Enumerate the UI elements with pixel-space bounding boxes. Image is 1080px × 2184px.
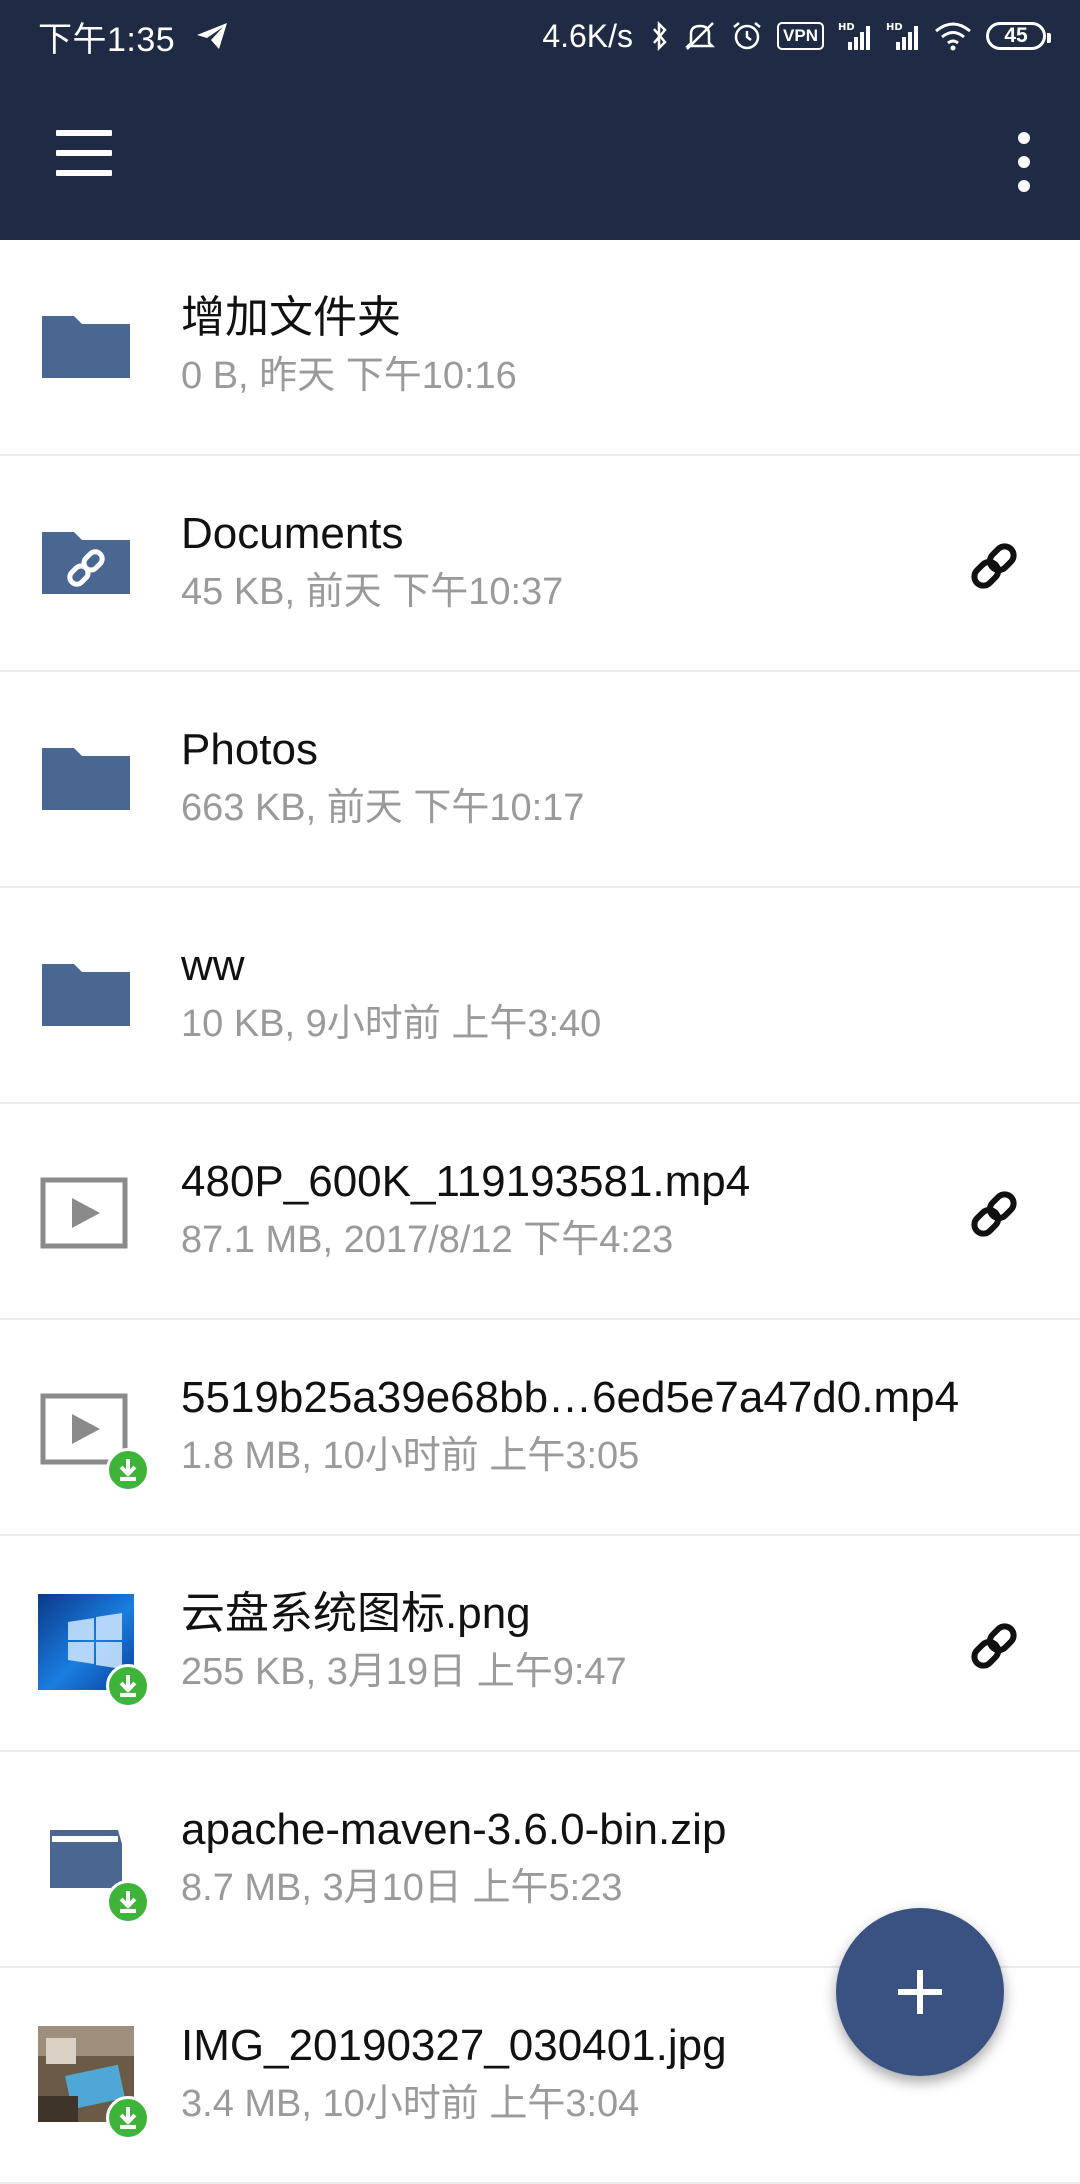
file-list: 增加文件夹 0 B, 昨天 下午10:16 Documents 45 KB, 前…	[0, 240, 1080, 2184]
add-fab-button[interactable]	[836, 1908, 1004, 2076]
file-meta: 87.1 MB, 2017/8/12 下午4:23	[181, 1219, 674, 1261]
file-row[interactable]: 5519b25a39e68bb…6ed5e7a47d0.mp4 1.8 MB, …	[0, 1320, 1080, 1536]
folder-icon	[38, 298, 134, 394]
video-file-icon	[38, 1162, 134, 1258]
mute-icon	[683, 19, 717, 53]
image-thumbnail	[38, 1594, 150, 1708]
file-meta: 255 KB, 3月19日 上午9:47	[181, 1651, 627, 1693]
share-link-icon[interactable]	[966, 1186, 1022, 1242]
hamburger-menu-icon[interactable]	[52, 128, 112, 184]
file-name: 云盘系统图标.png	[181, 1589, 531, 1638]
file-name: apache-maven-3.6.0-bin.zip	[181, 1805, 727, 1854]
downloaded-badge-icon	[106, 1448, 150, 1492]
downloaded-badge-icon	[106, 2096, 150, 2140]
alarm-icon	[731, 20, 763, 52]
file-row[interactable]: 云盘系统图标.png 255 KB, 3月19日 上午9:47	[0, 1536, 1080, 1752]
bluetooth-icon	[651, 20, 669, 52]
image-thumbnail	[38, 2026, 150, 2140]
signal-hd-icon: HD	[838, 20, 872, 52]
network-speed: 4.6K/s	[542, 17, 634, 54]
file-name: ww	[181, 941, 245, 990]
file-row[interactable]: 480P_600K_119193581.mp4 87.1 MB, 2017/8/…	[0, 1104, 1080, 1320]
folder-icon	[38, 730, 134, 826]
downloaded-badge-icon	[106, 1880, 150, 1924]
folder-icon	[38, 946, 134, 1042]
file-meta: 45 KB, 前天 下午10:37	[181, 571, 564, 613]
more-vertical-icon[interactable]	[1008, 132, 1040, 192]
svg-text:HD: HD	[838, 22, 855, 33]
file-name: 480P_600K_119193581.mp4	[181, 1157, 751, 1206]
svg-text:HD: HD	[886, 22, 903, 33]
telegram-icon	[195, 21, 229, 51]
file-meta: 8.7 MB, 3月10日 上午5:23	[181, 1867, 623, 1909]
file-row[interactable]: 增加文件夹 0 B, 昨天 下午10:16	[0, 240, 1080, 456]
shared-folder-icon	[38, 514, 134, 610]
signal-hd-icon: HD	[886, 20, 920, 52]
file-name: Documents	[181, 509, 404, 558]
share-link-icon[interactable]	[966, 538, 1022, 594]
battery-icon: 45	[986, 22, 1051, 50]
wifi-icon	[934, 21, 972, 51]
file-meta: 1.8 MB, 10小时前 上午3:05	[181, 1435, 640, 1477]
file-meta: 10 KB, 9小时前 上午3:40	[181, 1003, 602, 1045]
file-meta: 3.4 MB, 10小时前 上午3:04	[181, 2083, 640, 2125]
archive-file-icon	[38, 1810, 150, 1924]
file-name: 增加文件夹	[181, 293, 401, 342]
file-meta: 0 B, 昨天 下午10:16	[181, 355, 517, 397]
file-row[interactable]: ww 10 KB, 9小时前 上午3:40	[0, 888, 1080, 1104]
file-meta: 663 KB, 前天 下午10:17	[181, 787, 585, 829]
video-file-icon	[38, 1378, 150, 1492]
downloaded-badge-icon	[106, 1664, 150, 1708]
app-toolbar	[0, 72, 1080, 240]
share-link-icon[interactable]	[966, 1618, 1022, 1674]
file-name: Photos	[181, 725, 318, 774]
file-name: 5519b25a39e68bb…6ed5e7a47d0.mp4	[181, 1373, 960, 1422]
vpn-icon: VPN	[777, 22, 824, 50]
status-time: 下午1:35	[38, 20, 176, 59]
file-row[interactable]: Documents 45 KB, 前天 下午10:37	[0, 456, 1080, 672]
file-row[interactable]: Photos 663 KB, 前天 下午10:17	[0, 672, 1080, 888]
status-bar: 下午1:35 4.6K/s VPN HD HD 45	[0, 0, 1080, 72]
